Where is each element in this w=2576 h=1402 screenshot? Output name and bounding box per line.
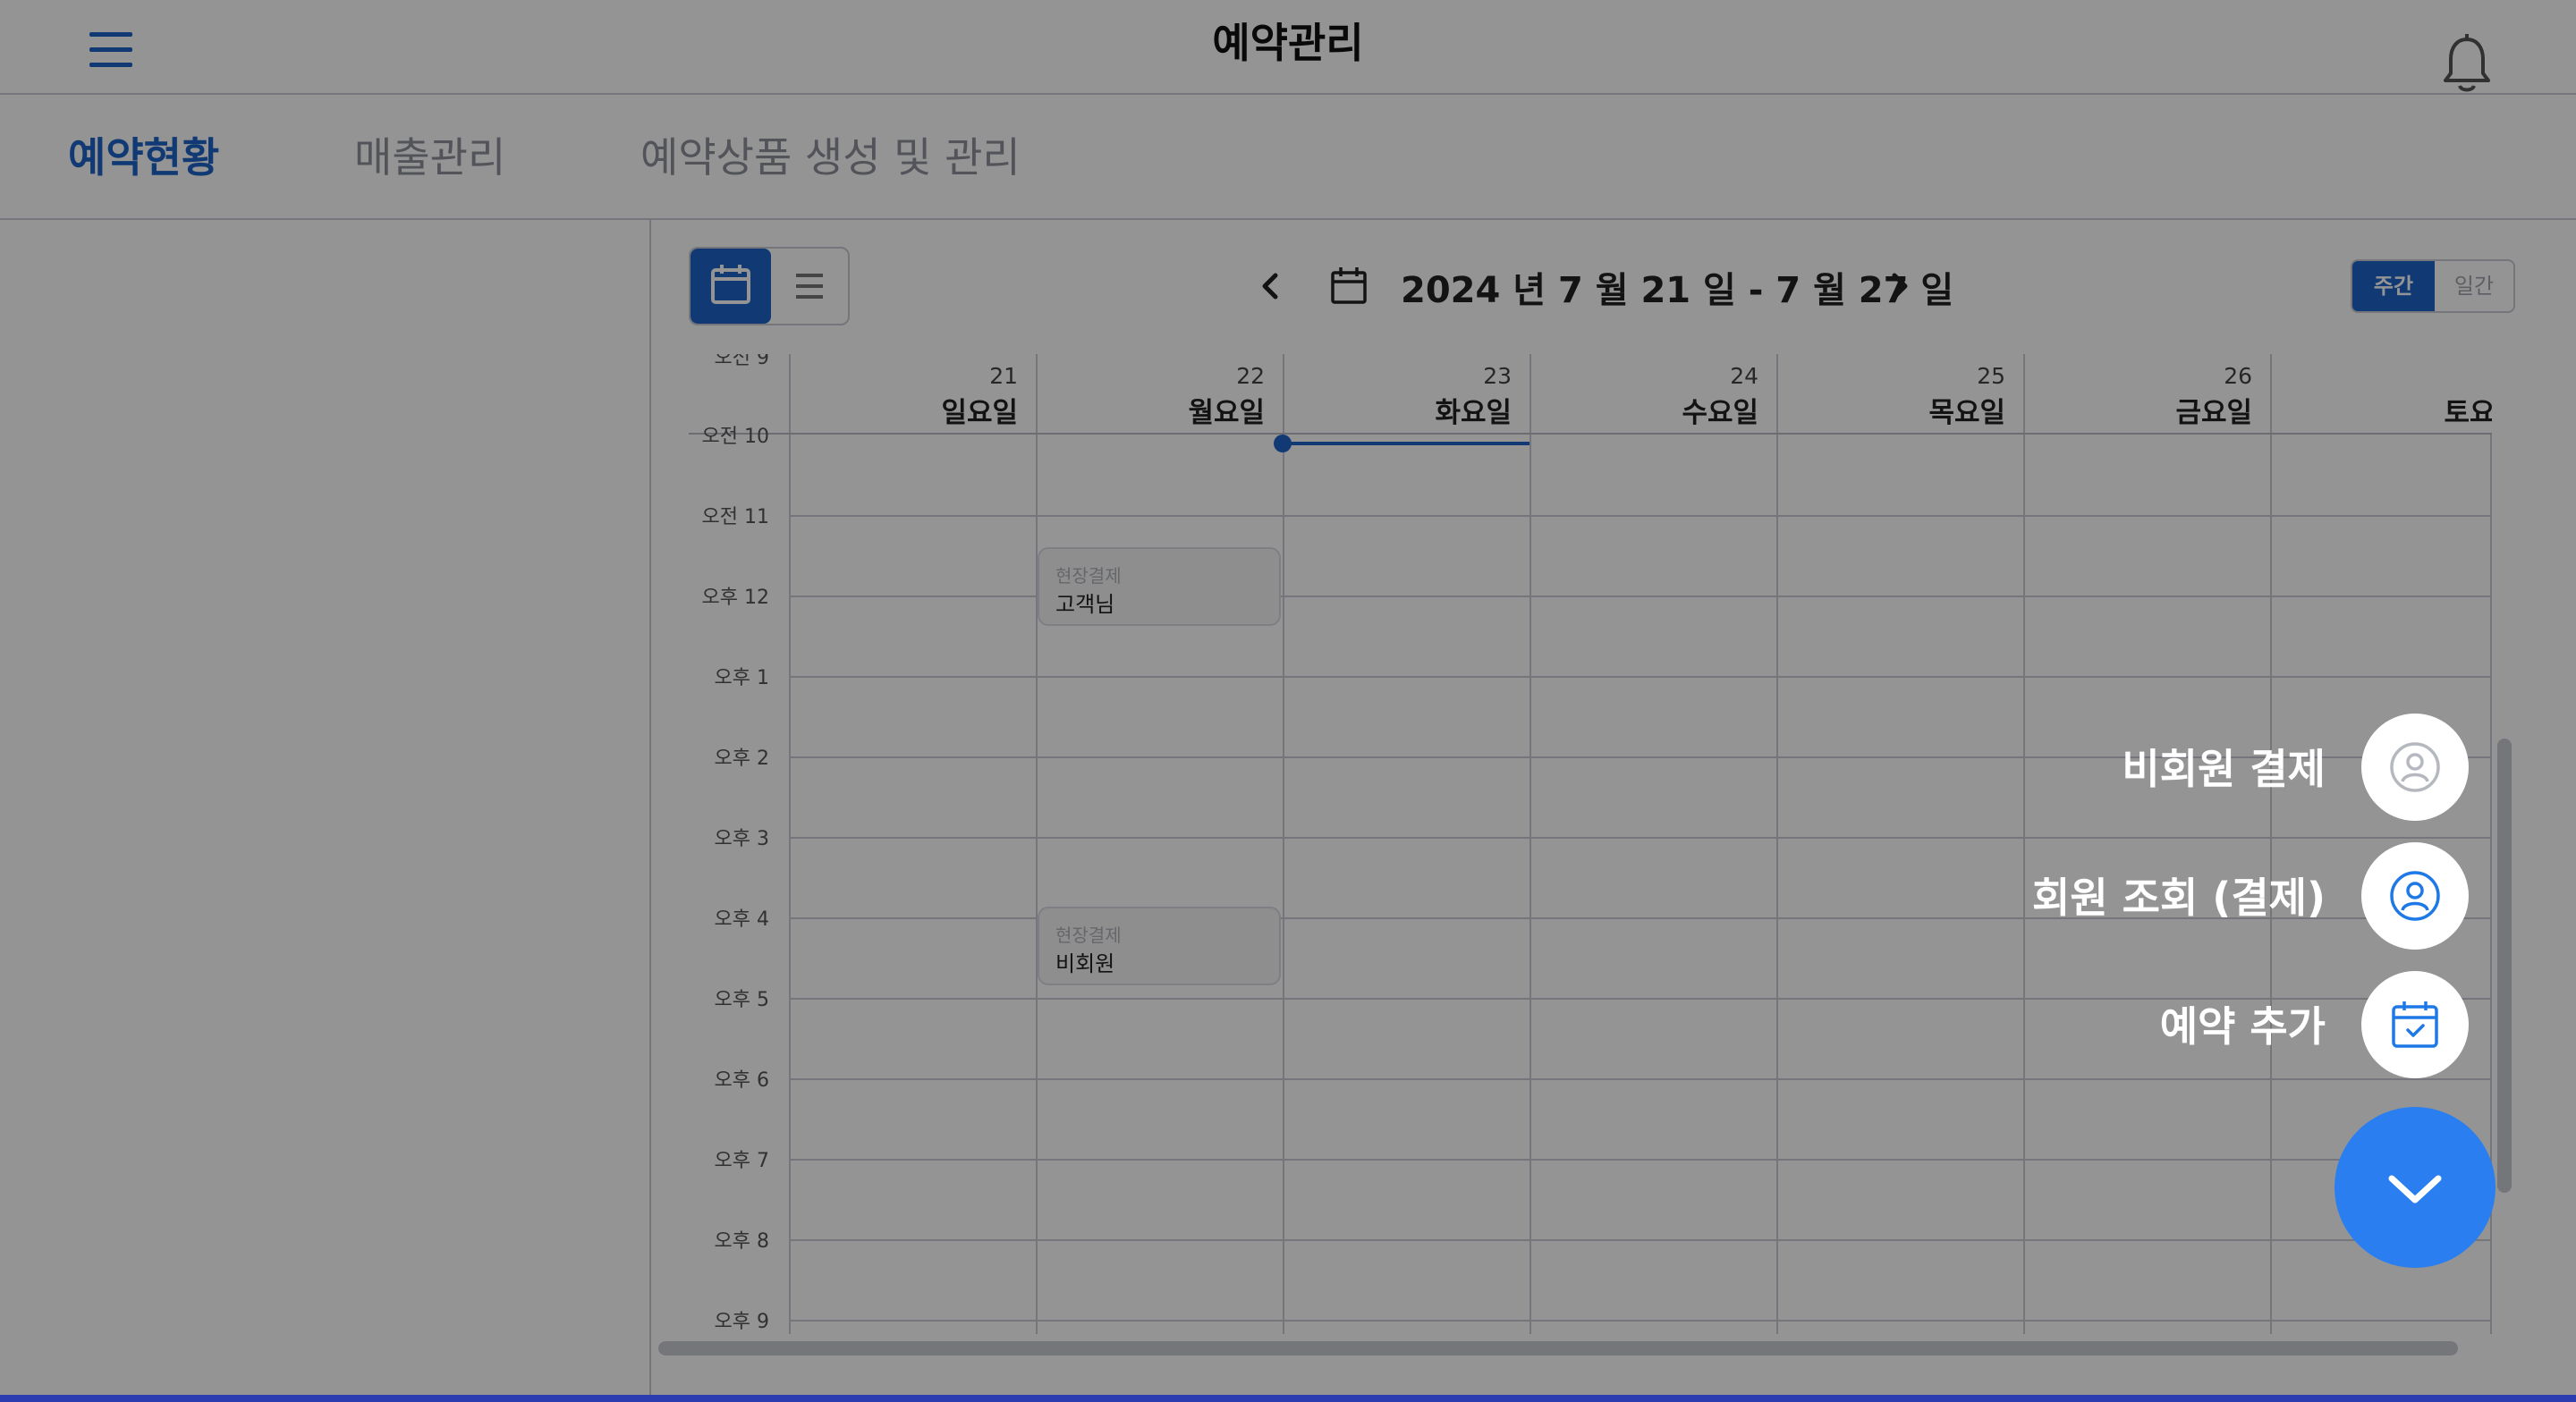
page: 예약관리 예약현황 매출관리 예약상품 생성 및 관리 2024 년 7 월 2… [0, 0, 2576, 1402]
user-circle-icon [2390, 742, 2440, 792]
add-reservation-button[interactable] [2361, 971, 2469, 1078]
member-lookup-button[interactable] [2361, 842, 2469, 950]
chevron-down-icon [2388, 1175, 2442, 1204]
fab-toggle-button[interactable] [2334, 1107, 2496, 1268]
fab-label-member-lookup[interactable]: 회원 조회 (결제) [2032, 866, 2326, 925]
bottom-edge [0, 1395, 2576, 1402]
fab-label-add-reservation[interactable]: 예약 추가 [2160, 994, 2326, 1053]
modal-overlay[interactable] [0, 0, 2576, 1402]
calendar-check-icon [2392, 1001, 2438, 1048]
fab-label-non-member-payment[interactable]: 비회원 결제 [2122, 737, 2326, 796]
user-circle-icon [2390, 871, 2440, 921]
non-member-payment-button[interactable] [2361, 714, 2469, 821]
